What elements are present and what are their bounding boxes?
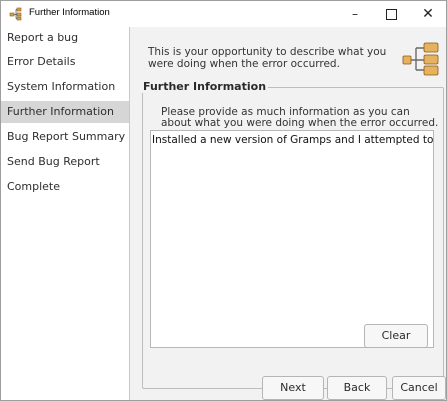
close-icon: ✕ xyxy=(422,6,434,22)
instructions-text: Please provide as much information as yo… xyxy=(161,106,439,129)
window-title: Further Information xyxy=(29,7,110,18)
next-button[interactable]: Next xyxy=(262,376,324,400)
close-button[interactable]: ✕ xyxy=(410,1,446,27)
maximize-icon xyxy=(385,8,397,20)
family-tree-icon xyxy=(402,42,439,76)
sidebar-item-report-a-bug[interactable]: Report a bug xyxy=(1,27,129,49)
minimize-button[interactable]: – xyxy=(337,1,373,27)
app-icon xyxy=(9,7,22,21)
textarea-content: Installed a new version of Gramps and I … xyxy=(152,134,434,146)
title-bar[interactable]: Further Information – ✕ xyxy=(1,1,446,27)
sidebar-item-further-information[interactable]: Further Information xyxy=(1,101,129,123)
minimize-icon: – xyxy=(352,7,358,21)
maximize-button[interactable] xyxy=(373,1,409,27)
sidebar-item-send-bug-report[interactable]: Send Bug Report xyxy=(1,151,129,173)
sidebar-item-error-details[interactable]: Error Details xyxy=(1,51,129,73)
frame-label: Further Information xyxy=(142,80,269,93)
main-panel: This is your opportunity to describe wha… xyxy=(130,27,446,400)
cancel-button[interactable]: Cancel xyxy=(392,376,446,400)
sidebar: Report a bug Error Details System Inform… xyxy=(1,27,130,400)
intro-text: This is your opportunity to describe wha… xyxy=(148,46,387,70)
sidebar-item-system-information[interactable]: System Information xyxy=(1,76,129,98)
clear-button[interactable]: Clear xyxy=(364,324,428,348)
sidebar-item-bug-report-summary[interactable]: Bug Report Summary xyxy=(1,126,129,148)
back-button[interactable]: Back xyxy=(327,376,387,400)
assistant-window: Further Information – ✕ Report a bug Err… xyxy=(0,0,447,401)
sidebar-item-complete[interactable]: Complete xyxy=(1,176,129,198)
further-information-textarea[interactable]: Installed a new version of Gramps and I … xyxy=(150,130,434,348)
